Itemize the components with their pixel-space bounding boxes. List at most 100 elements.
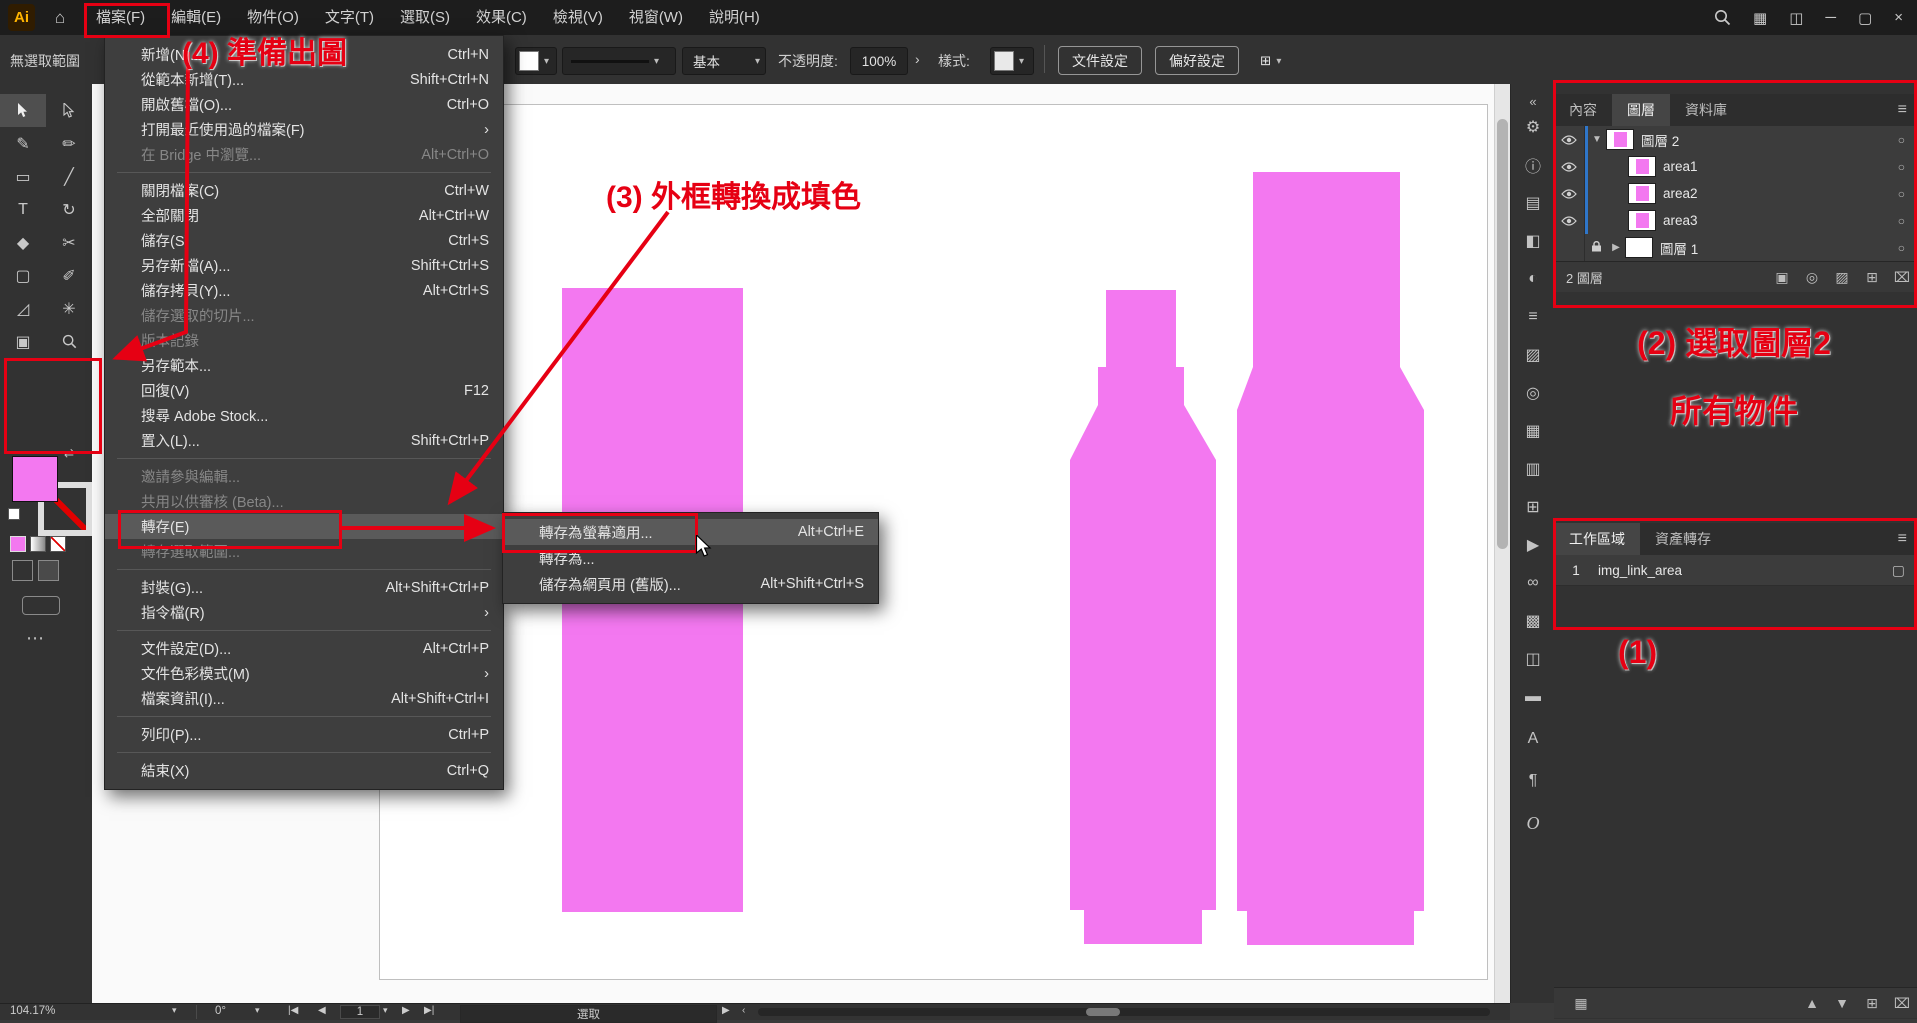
asset-export-panel-icon[interactable]: ◫ bbox=[1511, 644, 1555, 674]
paintbrush-tool[interactable]: ✏ bbox=[46, 127, 92, 160]
menu-item-share-for-review[interactable]: 共用以供審核 (Beta)... bbox=[105, 489, 503, 514]
status-play-icon[interactable]: ▶ bbox=[722, 1005, 730, 1016]
horizontal-scrollbar[interactable] bbox=[758, 1008, 1490, 1016]
submenu-item-export-for-screens[interactable]: 轉存為螢幕適用...Alt+Ctrl+E bbox=[503, 519, 878, 545]
swap-fill-stroke-icon[interactable]: ⇄ bbox=[64, 446, 74, 460]
symbol-sprayer-tool[interactable]: ✳ bbox=[46, 292, 92, 325]
menu-item-package[interactable]: 封裝(G)...Alt+Shift+Ctrl+P bbox=[105, 575, 503, 600]
object-target-icon[interactable]: ○ bbox=[1898, 214, 1905, 228]
object-thumbnail[interactable] bbox=[1628, 210, 1656, 231]
menu-item-print[interactable]: 列印(P)...Ctrl+P bbox=[105, 722, 503, 747]
color-mode-button[interactable] bbox=[10, 536, 26, 552]
dock-layout-icon[interactable]: ◫ bbox=[1789, 9, 1803, 27]
default-fill-stroke-icon[interactable] bbox=[8, 508, 20, 520]
edit-toolbar-ellipsis-icon[interactable]: ⋯ bbox=[26, 628, 44, 649]
tab-libraries[interactable]: 資料庫 bbox=[1670, 94, 1742, 126]
menu-item-save-as[interactable]: 另存新檔(A)...Shift+Ctrl+S bbox=[105, 253, 503, 278]
menu-item-file-info[interactable]: 檔案資訊(I)...Alt+Shift+Ctrl+I bbox=[105, 686, 503, 711]
scale-tool[interactable]: ◿ bbox=[0, 292, 46, 325]
object-thumbnail[interactable] bbox=[1628, 183, 1656, 204]
brush-definition-dropdown[interactable]: 基本 ▾ bbox=[682, 47, 766, 75]
artwork-bottle-small[interactable] bbox=[1070, 290, 1216, 944]
screen-mode-button[interactable] bbox=[22, 596, 60, 615]
color-panel-icon[interactable]: ◧ bbox=[1511, 226, 1555, 256]
chevron-right-icon[interactable]: ▶ bbox=[1607, 242, 1625, 253]
move-up-icon[interactable]: ▲ bbox=[1797, 995, 1827, 1011]
artboard-tool[interactable]: ▣ bbox=[0, 325, 46, 358]
image-trace-panel-icon[interactable]: ▩ bbox=[1511, 606, 1555, 636]
horizontal-scrollbar-thumb[interactable] bbox=[1086, 1008, 1120, 1016]
chevron-down-icon[interactable]: ▼ bbox=[1588, 134, 1606, 145]
opentype-panel-icon[interactable]: O bbox=[1511, 808, 1555, 838]
artboard-page-icon[interactable]: ▢ bbox=[1892, 562, 1905, 579]
character-panel-icon[interactable]: A bbox=[1511, 724, 1555, 754]
menu-item-save[interactable]: 儲存(S)Ctrl+S bbox=[105, 228, 503, 253]
draw-behind-button[interactable] bbox=[38, 560, 59, 581]
vertical-scrollbar-thumb[interactable] bbox=[1497, 119, 1508, 549]
close-icon[interactable]: × bbox=[1894, 9, 1903, 26]
menu-file[interactable]: 檔案(F) bbox=[83, 0, 158, 35]
visibility-toggle[interactable] bbox=[1554, 153, 1585, 180]
menu-item-browse-in-bridge[interactable]: 在 Bridge 中瀏覽...Alt+Ctrl+O bbox=[105, 142, 503, 167]
menu-item-document-setup[interactable]: 文件設定(D)...Alt+Ctrl+P bbox=[105, 636, 503, 661]
layer-row-layer1[interactable]: ▶ 圖層 1 ○ bbox=[1554, 234, 1917, 262]
last-artboard-icon[interactable]: ▶| bbox=[424, 1005, 434, 1016]
next-artboard-icon[interactable]: ▶ bbox=[402, 1005, 410, 1016]
selection-tool[interactable] bbox=[0, 94, 46, 127]
rotation-value[interactable]: 0° bbox=[215, 1005, 226, 1017]
layer-row-area1[interactable]: area1 ○ bbox=[1554, 153, 1917, 181]
object-thumbnail[interactable] bbox=[1628, 156, 1656, 177]
eyedropper-tool[interactable]: ✐ bbox=[46, 259, 92, 292]
properties-panel-icon[interactable]: ⚙ bbox=[1511, 112, 1555, 142]
object-name[interactable]: area3 bbox=[1663, 213, 1698, 228]
align-panel-icon[interactable]: ▥ bbox=[1511, 454, 1555, 484]
object-target-icon[interactable]: ○ bbox=[1898, 187, 1905, 201]
object-name[interactable]: area1 bbox=[1663, 159, 1698, 174]
direct-selection-tool[interactable] bbox=[46, 94, 92, 127]
previous-artboard-icon[interactable]: ◀ bbox=[318, 1005, 326, 1016]
maximize-icon[interactable]: ▢ bbox=[1858, 9, 1872, 27]
menu-item-invite-to-edit[interactable]: 邀請參與編輯... bbox=[105, 464, 503, 489]
menu-item-export[interactable]: 轉存(E)› bbox=[105, 514, 503, 539]
panel-menu-icon[interactable]: ≡ bbox=[1898, 523, 1917, 555]
workspace-switcher-icon[interactable]: ▦ bbox=[1753, 9, 1767, 27]
menu-select[interactable]: 選取(S) bbox=[387, 0, 463, 35]
pen-tool[interactable]: ✎ bbox=[0, 127, 46, 160]
menu-item-close[interactable]: 關閉檔案(C)Ctrl+W bbox=[105, 178, 503, 203]
menu-item-open[interactable]: 開啟舊檔(O)...Ctrl+O bbox=[105, 92, 503, 117]
layer-name[interactable]: 圖層 2 bbox=[1641, 130, 1679, 150]
move-down-icon[interactable]: ▼ bbox=[1827, 995, 1857, 1011]
menu-item-save-selected-slices[interactable]: 儲存選取的切片... bbox=[105, 303, 503, 328]
artboard-number-field[interactable]: 1 bbox=[340, 1005, 380, 1019]
menu-window[interactable]: 視窗(W) bbox=[616, 0, 696, 35]
menu-item-place[interactable]: 置入(L)...Shift+Ctrl+P bbox=[105, 428, 503, 453]
tab-asset-export[interactable]: 資產轉存 bbox=[1640, 523, 1726, 555]
scissors-tool[interactable]: ✂ bbox=[46, 226, 92, 259]
transform-panel-icon[interactable]: ⊞ bbox=[1511, 492, 1555, 522]
tab-properties[interactable]: 內容 bbox=[1554, 94, 1612, 126]
zoom-level[interactable]: 104.17% bbox=[10, 1005, 55, 1017]
paragraph-panel-icon[interactable]: ¶ bbox=[1511, 766, 1555, 796]
artboard-dropdown-icon[interactable]: ▾ bbox=[383, 1005, 388, 1016]
object-name[interactable]: area2 bbox=[1663, 186, 1698, 201]
layer-target-icon[interactable]: ○ bbox=[1898, 241, 1905, 255]
gradient-mode-button[interactable] bbox=[30, 536, 46, 552]
layer-thumbnail[interactable] bbox=[1625, 237, 1653, 258]
locate-object-icon[interactable]: ◎ bbox=[1797, 269, 1827, 286]
submenu-item-export-as[interactable]: 轉存為... bbox=[503, 545, 878, 571]
layer-row-layer2[interactable]: ▼ 圖層 2 ○ bbox=[1554, 126, 1917, 154]
gradient-panel-icon[interactable]: ◐ bbox=[1511, 264, 1555, 294]
menu-item-export-selection[interactable]: 轉存選取範圍... bbox=[105, 539, 503, 564]
opacity-more-icon[interactable]: › bbox=[915, 51, 920, 67]
rotation-dropdown-icon[interactable]: ▾ bbox=[255, 1005, 260, 1016]
menu-item-scripts[interactable]: 指令檔(R)› bbox=[105, 600, 503, 625]
menu-item-revert[interactable]: 回復(V)F12 bbox=[105, 378, 503, 403]
preferences-button[interactable]: 偏好設定 bbox=[1155, 46, 1239, 75]
document-setup-button[interactable]: 文件設定 bbox=[1058, 46, 1142, 75]
menu-item-exit[interactable]: 結束(X)Ctrl+Q bbox=[105, 758, 503, 783]
type-tool[interactable]: T bbox=[0, 193, 46, 226]
menu-item-save-as-template[interactable]: 另存範本... bbox=[105, 353, 503, 378]
links-panel-icon[interactable]: ∞ bbox=[1511, 568, 1555, 598]
alignment-options-dropdown[interactable]: ⊞ ▾ bbox=[1255, 47, 1303, 75]
visibility-toggle[interactable] bbox=[1554, 180, 1585, 207]
